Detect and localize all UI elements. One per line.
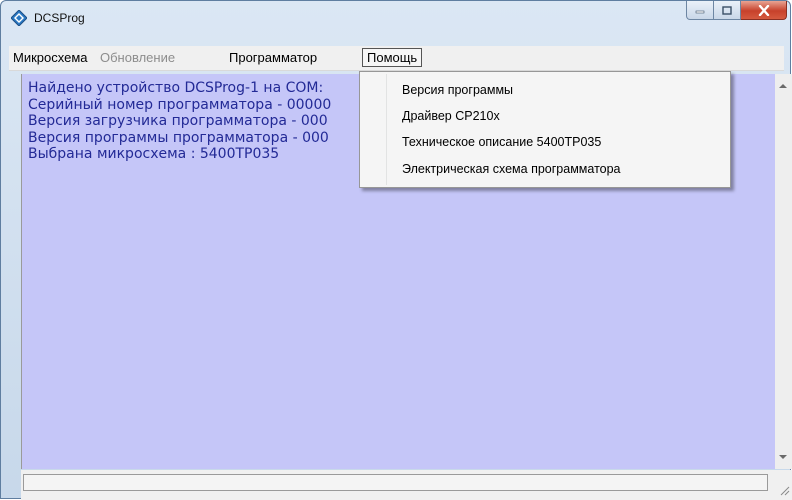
scroll-down-arrow-icon[interactable] xyxy=(779,455,787,459)
scroll-up-arrow-icon[interactable] xyxy=(779,84,787,88)
menu-item-electrical-schematic[interactable]: Электрическая схема программатора xyxy=(402,162,621,176)
close-button[interactable] xyxy=(741,1,787,20)
maximize-icon xyxy=(722,5,732,15)
menu-pomoshch[interactable]: Помощь xyxy=(362,48,423,67)
menu-item-cp210x-driver[interactable]: Драйвер CP210x xyxy=(402,109,500,123)
log-line: Версия программы программатора - 000 xyxy=(28,129,329,146)
resize-grip-icon[interactable] xyxy=(778,484,790,496)
log-line: Серийный номер программатора - 00000 xyxy=(28,96,332,113)
menu-item-technical-description[interactable]: Техническое описание 5400TP035 xyxy=(402,135,601,149)
vertical-scrollbar[interactable] xyxy=(775,74,792,469)
close-icon xyxy=(758,4,769,16)
maximize-button[interactable] xyxy=(714,1,741,20)
help-dropdown-menu: Версия программы Драйвер CP210x Техничес… xyxy=(359,71,731,188)
title-bar[interactable]: DCSProg xyxy=(1,1,790,35)
caption-buttons xyxy=(686,1,787,23)
menu-gutter-divider xyxy=(386,74,387,185)
app-window: DCSProg Микросхема Обновление Программат… xyxy=(0,0,792,500)
menu-bar: Микросхема Обновление Программатор Помощ… xyxy=(9,46,784,71)
log-lines: Найдено устройство DCSProg-1 на COM: Сер… xyxy=(28,80,331,163)
menu-programmator[interactable]: Программатор xyxy=(229,50,317,65)
menu-obnovlenie[interactable]: Обновление xyxy=(100,50,175,65)
log-line: Найдено устройство DCSProg-1 на COM: xyxy=(28,80,324,96)
minimize-icon xyxy=(695,10,705,14)
status-bar xyxy=(21,470,792,500)
log-line: Выбрана микросхема : 5400TP035 xyxy=(28,146,280,162)
minimize-button[interactable] xyxy=(686,1,714,20)
menu-mikroskhema[interactable]: Микросхема xyxy=(13,50,88,65)
log-line: Версия загрузчика программатора - 000 xyxy=(28,113,328,129)
window-title: DCSProg xyxy=(34,11,85,25)
diamond-app-icon xyxy=(11,10,27,26)
status-field xyxy=(23,474,768,491)
menu-item-program-version[interactable]: Версия программы xyxy=(402,83,513,97)
